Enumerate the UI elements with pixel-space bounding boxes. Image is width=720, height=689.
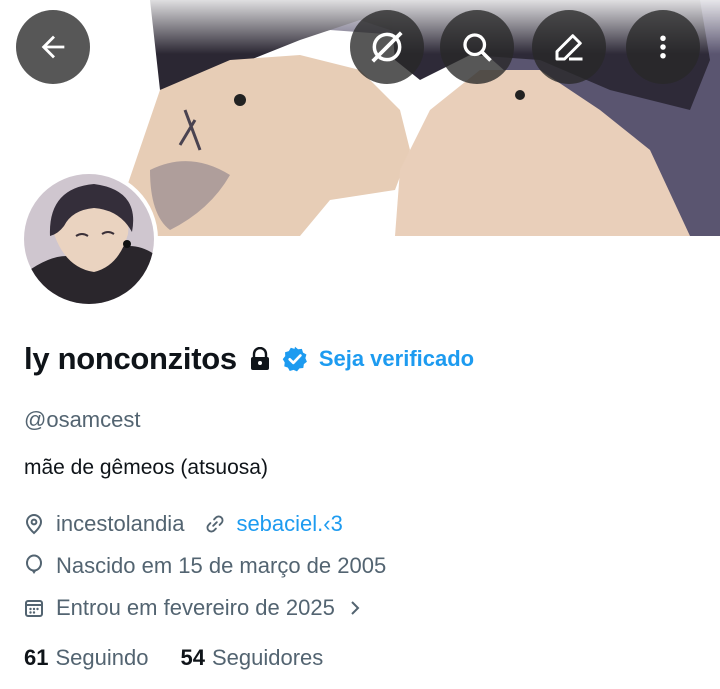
calendar-icon bbox=[24, 598, 46, 618]
followers-stat[interactable]: 54 Seguidores bbox=[180, 645, 323, 671]
user-handle: @osamcest bbox=[24, 407, 141, 432]
search-icon bbox=[463, 33, 492, 62]
joined-row[interactable]: Entrou em fevereiro de 2025 bbox=[24, 593, 361, 623]
location-pin-icon bbox=[24, 513, 46, 535]
user-bio: mãe de gêmeos (atsuosa) bbox=[24, 456, 268, 479]
lock-icon bbox=[249, 347, 271, 371]
verified-badge-icon[interactable] bbox=[281, 345, 309, 373]
display-name: ly nonconzitos bbox=[24, 341, 237, 376]
following-stat[interactable]: 61 Seguindo bbox=[24, 645, 148, 671]
link-icon bbox=[204, 513, 226, 535]
grok-button[interactable] bbox=[350, 10, 424, 84]
pencil-icon bbox=[555, 34, 583, 61]
website-link[interactable]: sebaciel.‹3 bbox=[236, 511, 342, 537]
joined-text: Entrou em fevereiro de 2025 bbox=[56, 595, 335, 620]
following-label: Seguindo bbox=[55, 645, 149, 670]
get-verified-link[interactable]: Seja verificado bbox=[319, 346, 474, 372]
search-button[interactable] bbox=[440, 10, 514, 84]
following-count: 61 bbox=[24, 645, 49, 670]
edit-button[interactable] bbox=[532, 10, 606, 84]
grok-icon bbox=[371, 31, 403, 63]
birthday-text: Nascido em 15 de março de 2005 bbox=[56, 553, 387, 578]
more-button[interactable] bbox=[626, 10, 700, 84]
chevron-right-icon bbox=[349, 599, 361, 617]
followers-label: Seguidores bbox=[211, 645, 324, 670]
arrow-left-icon bbox=[41, 35, 65, 59]
location-text: incestolandia bbox=[56, 511, 185, 536]
back-button[interactable] bbox=[16, 10, 90, 84]
more-vertical-icon bbox=[660, 35, 666, 59]
balloon-icon bbox=[24, 554, 46, 578]
avatar[interactable] bbox=[20, 170, 158, 308]
followers-count: 54 bbox=[180, 645, 205, 670]
